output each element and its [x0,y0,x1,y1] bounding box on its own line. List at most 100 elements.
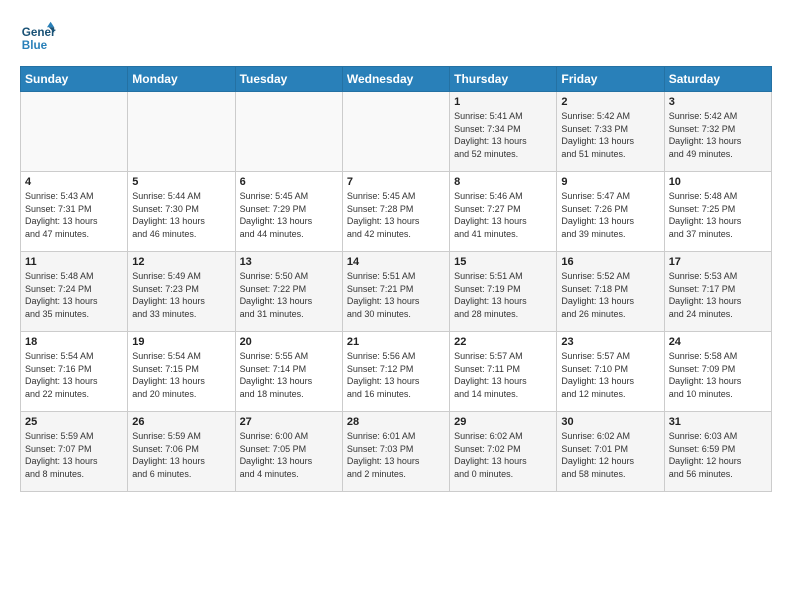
calendar-cell: 28 Sunrise: 6:01 AM Sunset: 7:03 PM Dayli… [342,412,449,492]
day-detail: Sunrise: 5:50 AM Sunset: 7:22 PM Dayligh… [240,270,338,320]
logo-icon: General Blue [20,20,56,56]
day-number: 28 [347,416,445,428]
day-number: 23 [561,336,659,348]
day-detail: Sunrise: 5:57 AM Sunset: 7:10 PM Dayligh… [561,350,659,400]
calendar-cell: 20 Sunrise: 5:55 AM Sunset: 7:14 PM Dayli… [235,332,342,412]
day-number: 9 [561,176,659,188]
calendar-cell: 6 Sunrise: 5:45 AM Sunset: 7:29 PM Daylig… [235,172,342,252]
day-detail: Sunrise: 5:48 AM Sunset: 7:24 PM Dayligh… [25,270,123,320]
day-number: 19 [132,336,230,348]
day-detail: Sunrise: 5:44 AM Sunset: 7:30 PM Dayligh… [132,190,230,240]
day-number: 30 [561,416,659,428]
day-number: 2 [561,96,659,108]
weekday-header: Thursday [450,67,557,92]
calendar-week-row: 4Sunrise: 5:43 AM Sunset: 7:31 PM Daylig… [21,172,772,252]
day-detail: Sunrise: 5:49 AM Sunset: 7:23 PM Dayligh… [132,270,230,320]
calendar-cell: 26 Sunrise: 5:59 AM Sunset: 7:06 PM Dayli… [128,412,235,492]
day-number: 11 [25,256,123,268]
calendar-cell: 5 Sunrise: 5:44 AM Sunset: 7:30 PM Daylig… [128,172,235,252]
day-number: 18 [25,336,123,348]
day-detail: Sunrise: 5:51 AM Sunset: 7:19 PM Dayligh… [454,270,552,320]
calendar-cell: 31 Sunrise: 6:03 AM Sunset: 6:59 PM Dayli… [664,412,771,492]
day-detail: Sunrise: 6:01 AM Sunset: 7:03 PM Dayligh… [347,430,445,480]
calendar-cell: 7Sunrise: 5:45 AM Sunset: 7:28 PM Daylig… [342,172,449,252]
calendar-cell: 25 Sunrise: 5:59 AM Sunset: 7:07 PM Dayli… [21,412,128,492]
weekday-header: Sunday [21,67,128,92]
day-detail: Sunrise: 5:48 AM Sunset: 7:25 PM Dayligh… [669,190,767,240]
day-number: 20 [240,336,338,348]
day-number: 12 [132,256,230,268]
day-number: 8 [454,176,552,188]
day-detail: Sunrise: 5:53 AM Sunset: 7:17 PM Dayligh… [669,270,767,320]
day-detail: Sunrise: 5:46 AM Sunset: 7:27 PM Dayligh… [454,190,552,240]
calendar-cell: 19Sunrise: 5:54 AM Sunset: 7:15 PM Dayli… [128,332,235,412]
calendar-cell: 13 Sunrise: 5:50 AM Sunset: 7:22 PM Dayli… [235,252,342,332]
calendar-cell: 8 Sunrise: 5:46 AM Sunset: 7:27 PM Daylig… [450,172,557,252]
calendar-cell: 14 Sunrise: 5:51 AM Sunset: 7:21 PM Dayli… [342,252,449,332]
calendar-cell: 22 Sunrise: 5:57 AM Sunset: 7:11 PM Dayli… [450,332,557,412]
calendar-cell: 3 Sunrise: 5:42 AM Sunset: 7:32 PM Daylig… [664,92,771,172]
day-number: 5 [132,176,230,188]
calendar-cell: 18Sunrise: 5:54 AM Sunset: 7:16 PM Dayli… [21,332,128,412]
day-detail: Sunrise: 5:51 AM Sunset: 7:21 PM Dayligh… [347,270,445,320]
calendar-cell: 23 Sunrise: 5:57 AM Sunset: 7:10 PM Dayli… [557,332,664,412]
calendar-cell [235,92,342,172]
day-number: 17 [669,256,767,268]
weekday-header: Saturday [664,67,771,92]
day-number: 14 [347,256,445,268]
day-detail: Sunrise: 5:55 AM Sunset: 7:14 PM Dayligh… [240,350,338,400]
weekday-header: Monday [128,67,235,92]
day-detail: Sunrise: 6:02 AM Sunset: 7:02 PM Dayligh… [454,430,552,480]
calendar-cell: 16Sunrise: 5:52 AM Sunset: 7:18 PM Dayli… [557,252,664,332]
calendar-cell: 27Sunrise: 6:00 AM Sunset: 7:05 PM Dayli… [235,412,342,492]
day-detail: Sunrise: 5:59 AM Sunset: 7:06 PM Dayligh… [132,430,230,480]
calendar-cell [21,92,128,172]
day-detail: Sunrise: 5:43 AM Sunset: 7:31 PM Dayligh… [25,190,123,240]
day-number: 22 [454,336,552,348]
calendar-cell: 11 Sunrise: 5:48 AM Sunset: 7:24 PM Dayli… [21,252,128,332]
calendar-cell: 17 Sunrise: 5:53 AM Sunset: 7:17 PM Dayli… [664,252,771,332]
day-number: 29 [454,416,552,428]
day-detail: Sunrise: 5:59 AM Sunset: 7:07 PM Dayligh… [25,430,123,480]
calendar-cell: 9Sunrise: 5:47 AM Sunset: 7:26 PM Daylig… [557,172,664,252]
day-detail: Sunrise: 5:45 AM Sunset: 7:29 PM Dayligh… [240,190,338,240]
day-detail: Sunrise: 5:41 AM Sunset: 7:34 PM Dayligh… [454,110,552,160]
calendar-cell: 30 Sunrise: 6:02 AM Sunset: 7:01 PM Dayli… [557,412,664,492]
page-header: General Blue [20,20,772,56]
day-number: 16 [561,256,659,268]
day-detail: Sunrise: 5:57 AM Sunset: 7:11 PM Dayligh… [454,350,552,400]
weekday-header: Friday [557,67,664,92]
calendar-cell: 29 Sunrise: 6:02 AM Sunset: 7:02 PM Dayli… [450,412,557,492]
calendar-cell: 24 Sunrise: 5:58 AM Sunset: 7:09 PM Dayli… [664,332,771,412]
day-detail: Sunrise: 5:45 AM Sunset: 7:28 PM Dayligh… [347,190,445,240]
calendar-week-row: 25 Sunrise: 5:59 AM Sunset: 7:07 PM Dayli… [21,412,772,492]
logo: General Blue [20,20,56,56]
weekday-header: Tuesday [235,67,342,92]
svg-text:Blue: Blue [22,39,48,52]
day-number: 10 [669,176,767,188]
calendar-week-row: 1Sunrise: 5:41 AM Sunset: 7:34 PM Daylig… [21,92,772,172]
calendar-cell: 10 Sunrise: 5:48 AM Sunset: 7:25 PM Dayli… [664,172,771,252]
day-detail: Sunrise: 6:02 AM Sunset: 7:01 PM Dayligh… [561,430,659,480]
day-detail: Sunrise: 5:58 AM Sunset: 7:09 PM Dayligh… [669,350,767,400]
day-number: 3 [669,96,767,108]
day-number: 13 [240,256,338,268]
day-number: 31 [669,416,767,428]
calendar-cell [342,92,449,172]
calendar-cell [128,92,235,172]
calendar-cell: 2 Sunrise: 5:42 AM Sunset: 7:33 PM Daylig… [557,92,664,172]
day-number: 24 [669,336,767,348]
weekday-header-row: SundayMondayTuesdayWednesdayThursdayFrid… [21,67,772,92]
day-detail: Sunrise: 5:42 AM Sunset: 7:32 PM Dayligh… [669,110,767,160]
day-number: 26 [132,416,230,428]
calendar-table: SundayMondayTuesdayWednesdayThursdayFrid… [20,66,772,492]
day-detail: Sunrise: 6:03 AM Sunset: 6:59 PM Dayligh… [669,430,767,480]
day-detail: Sunrise: 6:00 AM Sunset: 7:05 PM Dayligh… [240,430,338,480]
day-number: 21 [347,336,445,348]
calendar-cell: 12 Sunrise: 5:49 AM Sunset: 7:23 PM Dayli… [128,252,235,332]
calendar-cell: 21Sunrise: 5:56 AM Sunset: 7:12 PM Dayli… [342,332,449,412]
day-number: 6 [240,176,338,188]
day-number: 25 [25,416,123,428]
calendar-week-row: 11 Sunrise: 5:48 AM Sunset: 7:24 PM Dayli… [21,252,772,332]
day-detail: Sunrise: 5:42 AM Sunset: 7:33 PM Dayligh… [561,110,659,160]
